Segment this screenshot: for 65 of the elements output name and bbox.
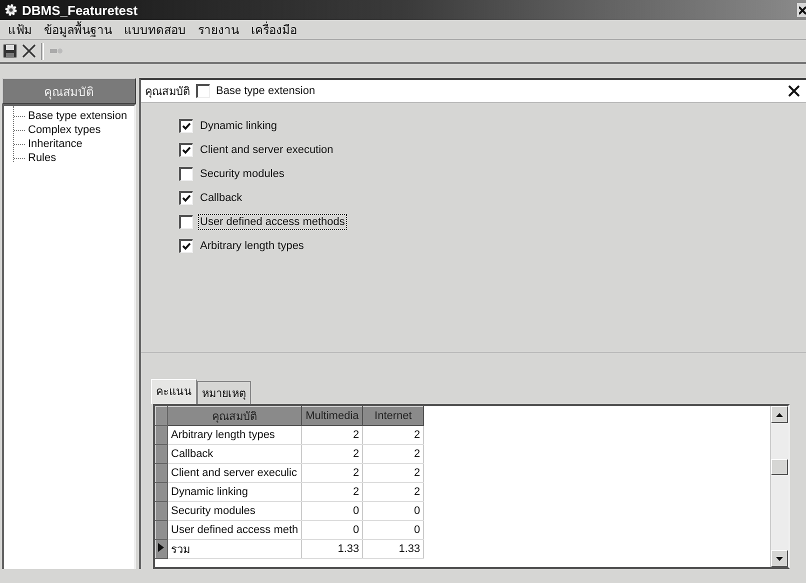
menu-item[interactable]: เครื่องมือ	[245, 20, 303, 39]
table-cell: Arbitrary length types	[168, 426, 302, 444]
checkbox[interactable]	[179, 215, 193, 229]
menu-item[interactable]: แฟ้ม	[2, 20, 38, 39]
table-cell: 1.33	[302, 540, 363, 558]
table-cell: 2	[302, 464, 363, 482]
delete-icon[interactable]	[22, 44, 36, 58]
table-cell: Dynamic linking	[168, 482, 302, 502]
tree-item[interactable]: Complex types	[28, 124, 101, 136]
column-header[interactable]: Internet	[362, 406, 424, 426]
checkbox-label: Base type extension	[216, 85, 316, 97]
checkbox-label: User defined access methods	[199, 215, 346, 229]
checkbox-label: Callback	[199, 191, 244, 205]
table-cell: 2	[302, 444, 363, 464]
table-cell: 2	[362, 426, 424, 444]
table-cell: 0	[362, 520, 424, 540]
checkbox[interactable]	[179, 143, 193, 157]
scroll-down-button[interactable]	[771, 550, 788, 567]
close-icon[interactable]	[797, 3, 806, 17]
column-header[interactable]: Multimedia	[302, 406, 363, 426]
tree-item[interactable]: Inheritance	[28, 138, 82, 150]
save-icon[interactable]	[3, 44, 17, 58]
down-arrow-icon	[776, 556, 783, 560]
checkbox[interactable]	[179, 167, 193, 181]
checkbox[interactable]	[179, 191, 193, 205]
tab[interactable]: คะแนน	[151, 379, 197, 404]
checkbox-label: Client and server execution	[199, 143, 334, 157]
table-cell: 0	[302, 520, 363, 540]
table-cell: 0	[302, 502, 363, 520]
checkbox[interactable]	[179, 239, 193, 253]
up-arrow-icon	[776, 412, 783, 416]
scrollbar[interactable]	[770, 406, 788, 567]
tab[interactable]: หมายเหตุ	[197, 381, 251, 404]
table-cell: 0	[362, 502, 424, 520]
menu-item[interactable]: รายงาน	[192, 20, 245, 39]
window-title: DBMS_Featuretest	[22, 2, 139, 18]
checkbox[interactable]	[179, 119, 193, 133]
close-icon[interactable]	[788, 85, 800, 97]
row-indicator[interactable]	[156, 540, 168, 558]
menu-item[interactable]: แบบทดสอบ	[118, 20, 192, 39]
checkbox[interactable]	[196, 84, 210, 98]
table-cell: 2	[302, 426, 363, 444]
table-cell: User defined access meth	[168, 520, 302, 540]
scroll-thumb[interactable]	[771, 458, 788, 474]
table-cell: 2	[362, 464, 424, 482]
tree-item[interactable]: Base type extension	[28, 110, 128, 122]
tree-item[interactable]: Rules	[28, 152, 56, 164]
checkbox-label: Arbitrary length types	[199, 239, 305, 253]
table-cell: Security modules	[168, 502, 302, 520]
panel-header: คุณสมบัติ	[2, 78, 136, 104]
table-cell: 2	[302, 482, 363, 502]
table-cell: 2	[362, 482, 424, 502]
table-cell: Client and server execulic	[168, 464, 302, 482]
scroll-up-button[interactable]	[771, 406, 788, 423]
grid-corner	[156, 406, 168, 426]
table-cell: 1.33	[362, 540, 424, 558]
column-header[interactable]: คุณสมบัติ	[168, 406, 302, 426]
field-label: คุณสมบัติ	[145, 85, 190, 100]
gear-icon	[4, 3, 18, 17]
table-cell: Callback	[168, 444, 302, 464]
table-cell: รวม	[168, 540, 302, 558]
table-cell: 2	[362, 444, 424, 464]
menu-item[interactable]: ข้อมูลพื้นฐาน	[38, 20, 118, 39]
checkbox-label: Security modules	[199, 167, 286, 181]
checkbox-label: Dynamic linking	[199, 119, 278, 133]
